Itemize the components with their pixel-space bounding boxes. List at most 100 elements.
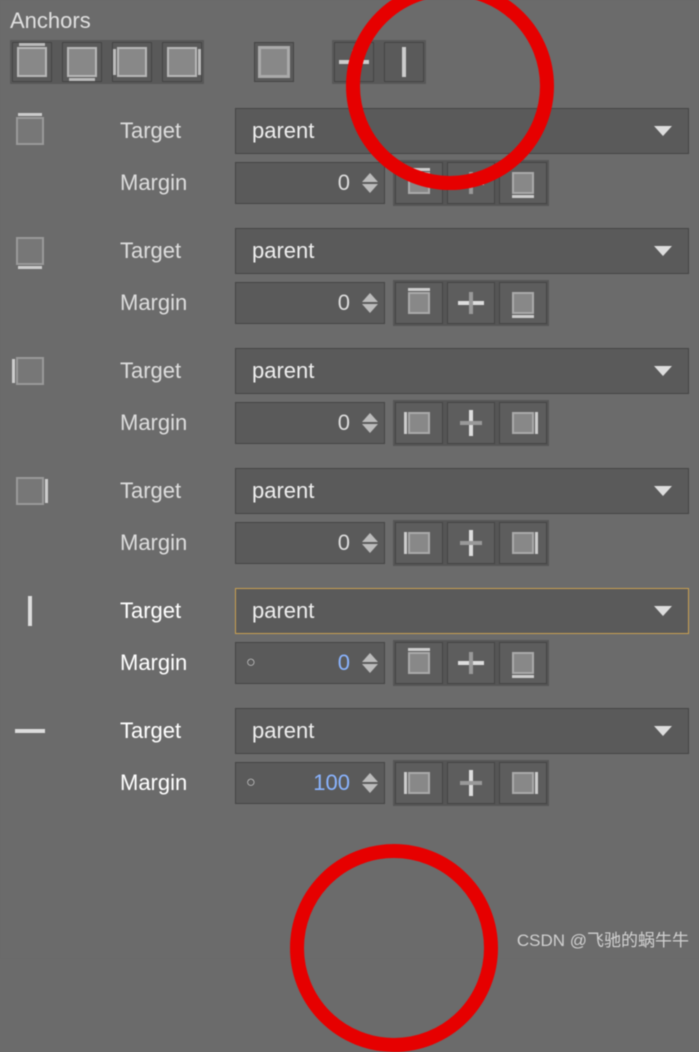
annotation-circle-icon: [290, 844, 498, 1052]
margin-label: Margin: [120, 410, 235, 436]
target-label: Target: [120, 238, 235, 264]
anchor-vcenter-target-row: Target parent: [10, 588, 689, 634]
margin-label: Margin: [120, 290, 235, 316]
margin-ref-vcenter-button[interactable]: [447, 402, 495, 444]
anchor-top-target-row: Target parent: [10, 108, 689, 154]
margin-ref-top-button[interactable]: [395, 282, 443, 324]
spinner-buttons[interactable]: [362, 773, 378, 793]
target-combobox[interactable]: parent: [235, 588, 689, 634]
chevron-down-icon: [654, 246, 672, 256]
anchor-vcenter-button[interactable]: [384, 42, 424, 82]
anchor-hcenter-target-row: Target parent: [10, 708, 689, 754]
anchor-right-icon: [10, 471, 50, 511]
margin-spinbox[interactable]: 0: [235, 522, 385, 564]
anchor-hcenter-margin-row: Margin ○ 100: [10, 760, 689, 806]
anchor-bottom-button[interactable]: [62, 42, 102, 82]
section-title: Anchors: [10, 8, 689, 34]
margin-ref-vcenter-button[interactable]: [447, 762, 495, 804]
chevron-down-icon: [654, 606, 672, 616]
anchor-bottom-target-row: Target parent: [10, 228, 689, 274]
margin-ref-group: [393, 520, 549, 566]
margin-ref-bottom-button[interactable]: [499, 642, 547, 684]
margin-ref-bottom-button[interactable]: [499, 162, 547, 204]
margin-label: Margin: [120, 170, 235, 196]
anchor-top-icon: [10, 111, 50, 151]
target-combobox[interactable]: parent: [235, 468, 689, 514]
margin-spinbox[interactable]: 0: [235, 282, 385, 324]
anchor-hcenter-button[interactable]: [334, 42, 374, 82]
anchor-vcenter-margin-row: Margin ○ 0: [10, 640, 689, 686]
anchor-top-margin-row: Margin 0: [10, 160, 689, 206]
target-combobox[interactable]: parent: [235, 228, 689, 274]
anchor-fill-button[interactable]: [254, 42, 294, 82]
margin-ref-hcenter-button[interactable]: [447, 642, 495, 684]
margin-ref-group: [393, 400, 549, 446]
edge-anchor-group: [10, 40, 204, 84]
margin-ref-hcenter-button[interactable]: [447, 282, 495, 324]
anchor-top-button[interactable]: [12, 42, 52, 82]
margin-spinbox[interactable]: 0: [235, 402, 385, 444]
anchor-bottom-margin-row: Margin 0: [10, 280, 689, 326]
spinner-buttons[interactable]: [362, 293, 378, 313]
margin-ref-right-button[interactable]: [499, 522, 547, 564]
modified-dot-icon: ○: [246, 654, 256, 672]
anchor-left-target-row: Target parent: [10, 348, 689, 394]
spinner-buttons[interactable]: [362, 173, 378, 193]
chevron-down-icon: [654, 486, 672, 496]
target-value: parent: [252, 478, 314, 504]
chevron-down-icon: [654, 726, 672, 736]
margin-ref-left-button[interactable]: [395, 522, 443, 564]
anchor-left-button[interactable]: [112, 42, 152, 82]
margin-value: 0: [246, 170, 354, 196]
anchor-left-icon: [10, 351, 50, 391]
margin-spinbox[interactable]: ○ 100: [235, 762, 385, 804]
target-value: parent: [252, 718, 314, 744]
margin-ref-group: [393, 280, 549, 326]
margin-ref-right-button[interactable]: [499, 402, 547, 444]
margin-label: Margin: [120, 650, 235, 676]
target-combobox[interactable]: parent: [235, 348, 689, 394]
anchor-right-target-row: Target parent: [10, 468, 689, 514]
target-combobox[interactable]: parent: [235, 708, 689, 754]
margin-ref-right-button[interactable]: [499, 762, 547, 804]
spinner-buttons[interactable]: [362, 533, 378, 553]
target-value: parent: [252, 598, 314, 624]
anchor-right-margin-row: Margin 0: [10, 520, 689, 566]
target-label: Target: [120, 118, 235, 144]
margin-label: Margin: [120, 770, 235, 796]
chevron-down-icon: [654, 366, 672, 376]
margin-value: 0: [246, 530, 354, 556]
margin-spinbox[interactable]: 0: [235, 162, 385, 204]
anchors-panel: Anchors Target parent Margin: [0, 0, 699, 959]
margin-value: 100: [264, 770, 354, 796]
target-combobox[interactable]: parent: [235, 108, 689, 154]
margin-label: Margin: [120, 530, 235, 556]
margin-ref-bottom-button[interactable]: [499, 282, 547, 324]
margin-ref-group: [393, 160, 549, 206]
margin-ref-top-button[interactable]: [395, 642, 443, 684]
modified-dot-icon: ○: [246, 774, 256, 792]
margin-ref-group: [393, 640, 549, 686]
anchor-bottom-icon: [10, 231, 50, 271]
margin-ref-hcenter-button[interactable]: [447, 162, 495, 204]
margin-spinbox[interactable]: ○ 0: [235, 642, 385, 684]
anchor-right-button[interactable]: [162, 42, 202, 82]
target-label: Target: [120, 358, 235, 384]
margin-ref-group: [393, 760, 549, 806]
spinner-buttons[interactable]: [362, 413, 378, 433]
anchor-preset-row: [10, 40, 689, 84]
target-value: parent: [252, 358, 314, 384]
margin-value: 0: [264, 650, 354, 676]
margin-value: 0: [246, 410, 354, 436]
margin-ref-left-button[interactable]: [395, 402, 443, 444]
target-label: Target: [120, 598, 235, 624]
anchor-left-margin-row: Margin 0: [10, 400, 689, 446]
margin-ref-top-button[interactable]: [395, 162, 443, 204]
margin-ref-vcenter-button[interactable]: [447, 522, 495, 564]
center-anchor-group: [332, 40, 426, 84]
spinner-buttons[interactable]: [362, 653, 378, 673]
margin-ref-left-button[interactable]: [395, 762, 443, 804]
margin-value: 0: [246, 290, 354, 316]
watermark-text: CSDN @飞驰的蜗牛牛: [517, 926, 689, 951]
anchor-vcenter-icon: [10, 591, 50, 631]
